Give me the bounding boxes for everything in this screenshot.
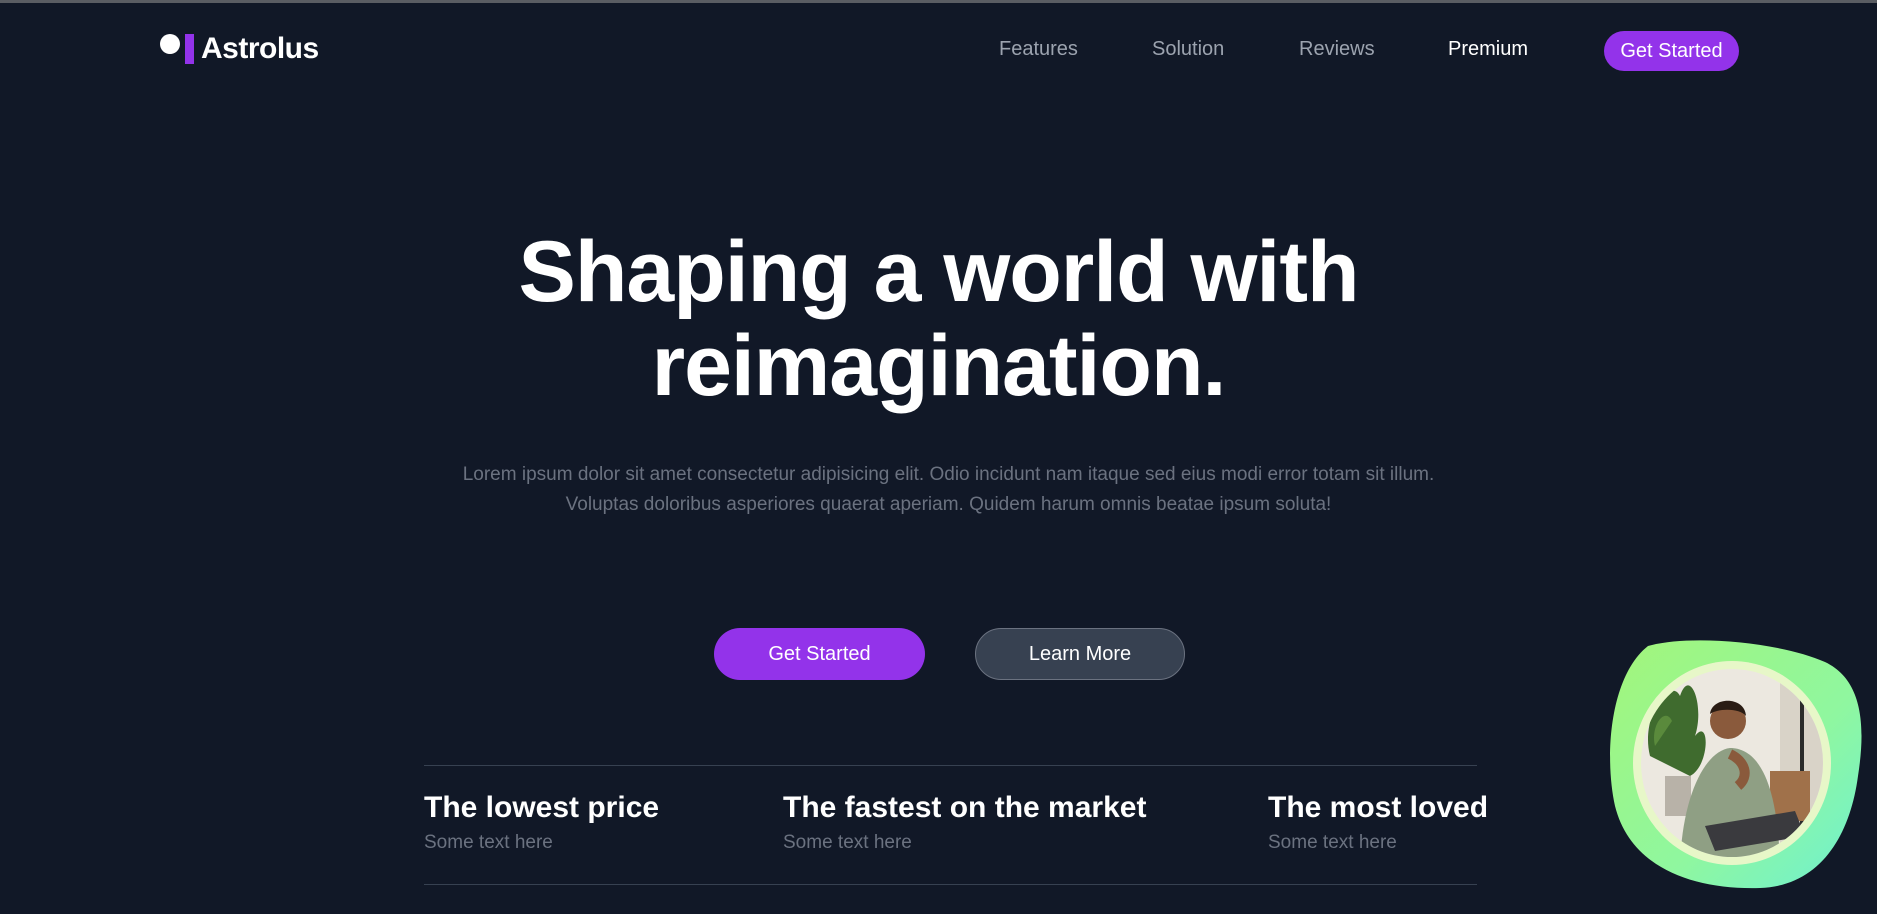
hero-learn-more-button[interactable]: Learn More [975,628,1185,680]
hero-subtitle: Lorem ipsum dolor sit amet consectetur a… [0,460,1877,520]
nav-link-solution[interactable]: Solution [1152,31,1224,67]
feature-title: The most loved [1268,791,1489,824]
hero-title-line2: reimagination. [651,318,1227,414]
feature-title: The fastest on the market [783,791,1147,824]
feature-text: Some text here [1268,832,1397,853]
feature-text: Some text here [783,832,912,853]
hero-subtitle-line1: Lorem ipsum dolor sit amet consectetur a… [462,464,1435,485]
features-top-divider [424,765,1477,766]
feature-title: The lowest price [424,791,660,824]
video-bubble[interactable] [1610,636,1865,891]
hero-subtitle-line2: Voluptas doloribus asperiores quaerat ap… [565,494,1332,515]
nav-link-reviews[interactable]: Reviews [1299,31,1375,67]
hero-title-line1: Shaping a world with [518,224,1360,320]
feature-item: The lowest price Some text here [424,790,659,858]
navbar: Astrolus Features Solution Reviews Premi… [0,3,1877,93]
logo[interactable]: Astrolus [160,31,319,67]
nav-link-features[interactable]: Features [999,31,1078,67]
features-bottom-divider [424,884,1477,885]
hero-get-started-button[interactable]: Get Started [714,628,925,680]
feature-text: Some text here [424,832,553,853]
feature-item: The fastest on the market Some text here [783,790,1146,858]
nav-get-started-button[interactable]: Get Started [1604,31,1739,71]
logo-bar-icon [185,34,194,64]
nav-link-premium[interactable]: Premium [1448,31,1528,67]
person-video-icon [1610,640,1862,889]
feature-item: The most loved Some text here [1268,790,1488,858]
logo-text: Astrolus [201,32,319,65]
hero-title: Shaping a world with reimagination. [0,225,1877,413]
logo-dot-icon [160,34,180,54]
